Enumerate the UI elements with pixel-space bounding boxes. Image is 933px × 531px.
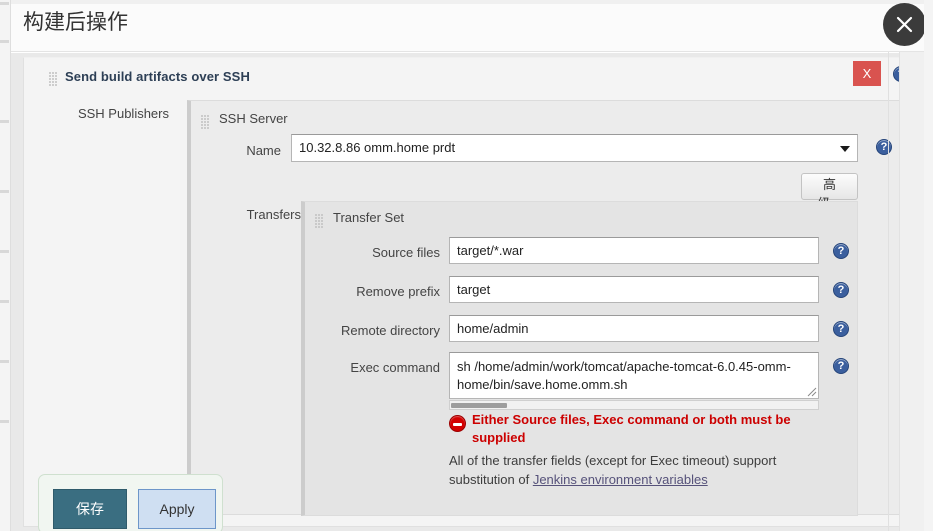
source-files-input[interactable] bbox=[449, 237, 819, 264]
close-icon[interactable] bbox=[883, 3, 926, 46]
error-icon bbox=[449, 415, 466, 432]
screenshot-root: 构建后操作 Send build artifacts over SSH X ? … bbox=[0, 0, 933, 531]
page-right-edge bbox=[924, 0, 933, 531]
apply-button[interactable]: Apply bbox=[138, 489, 216, 529]
help-icon-name[interactable] bbox=[876, 139, 892, 155]
remove-prefix-input[interactable] bbox=[449, 276, 819, 303]
ssh-server-title: SSH Server bbox=[219, 111, 288, 126]
dialog-header: 构建后操作 bbox=[11, 0, 933, 52]
ssh-server-panel: SSH Server Name 10.32.8.86 omm.home prdt… bbox=[187, 100, 905, 516]
help-icon-remove-prefix[interactable] bbox=[833, 282, 849, 298]
source-files-label: Source files bbox=[372, 245, 440, 260]
form-action-bar: 保存 Apply bbox=[38, 474, 223, 531]
vertical-divider bbox=[888, 52, 889, 531]
background-page-sliver bbox=[0, 0, 10, 531]
save-button[interactable]: 保存 bbox=[53, 489, 127, 529]
help-icon-source-files[interactable] bbox=[833, 243, 849, 259]
remote-directory-label: Remote directory bbox=[341, 323, 440, 338]
publisher-block: Send build artifacts over SSH X SSH Publ… bbox=[23, 57, 920, 531]
transfer-set-title: Transfer Set bbox=[333, 210, 405, 225]
env-var-note: All of the transfer fields (except for E… bbox=[449, 451, 799, 489]
post-build-actions-dialog: 构建后操作 Send build artifacts over SSH X ? … bbox=[10, 0, 933, 531]
name-label: Name bbox=[246, 143, 281, 158]
page-title: 构建后操作 bbox=[23, 11, 128, 34]
drag-handle-icon-ssh-server[interactable] bbox=[201, 113, 210, 129]
help-icon-exec-command[interactable] bbox=[833, 358, 849, 374]
validation-error-message: Either Source files, Exec command or bot… bbox=[472, 412, 791, 445]
publisher-block-header: Send build artifacts over SSH X bbox=[24, 58, 919, 98]
help-icon-remote-directory[interactable] bbox=[833, 321, 849, 337]
exec-command-label: Exec command bbox=[350, 360, 440, 375]
publisher-block-title: Send build artifacts over SSH bbox=[65, 69, 250, 84]
transfer-set-panel: Transfer Set Source files Remove prefix … bbox=[301, 201, 858, 516]
jenkins-env-variables-link[interactable]: Jenkins environment variables bbox=[533, 472, 708, 487]
dialog-body: Send build artifacts over SSH X SSH Publ… bbox=[11, 52, 933, 531]
exec-command-scrollbar[interactable] bbox=[449, 400, 819, 410]
remove-publisher-button[interactable]: X bbox=[853, 61, 881, 86]
remote-directory-input[interactable] bbox=[449, 315, 819, 342]
transfers-label: Transfers bbox=[246, 207, 301, 222]
ssh-server-name-select[interactable]: 10.32.8.86 omm.home prdt bbox=[291, 134, 858, 162]
header-top-accent bbox=[11, 0, 933, 4]
exec-command-scroll-thumb[interactable] bbox=[451, 403, 507, 408]
advanced-button[interactable]: 高级... bbox=[801, 173, 858, 211]
ssh-publishers-label: SSH Publishers bbox=[77, 106, 169, 121]
drag-handle-icon-transfer-set[interactable] bbox=[315, 212, 324, 228]
exec-command-textarea[interactable]: sh /home/admin/work/tomcat/apache-tomcat… bbox=[449, 352, 819, 399]
remove-prefix-label: Remove prefix bbox=[356, 284, 440, 299]
drag-handle-icon[interactable] bbox=[49, 70, 58, 86]
